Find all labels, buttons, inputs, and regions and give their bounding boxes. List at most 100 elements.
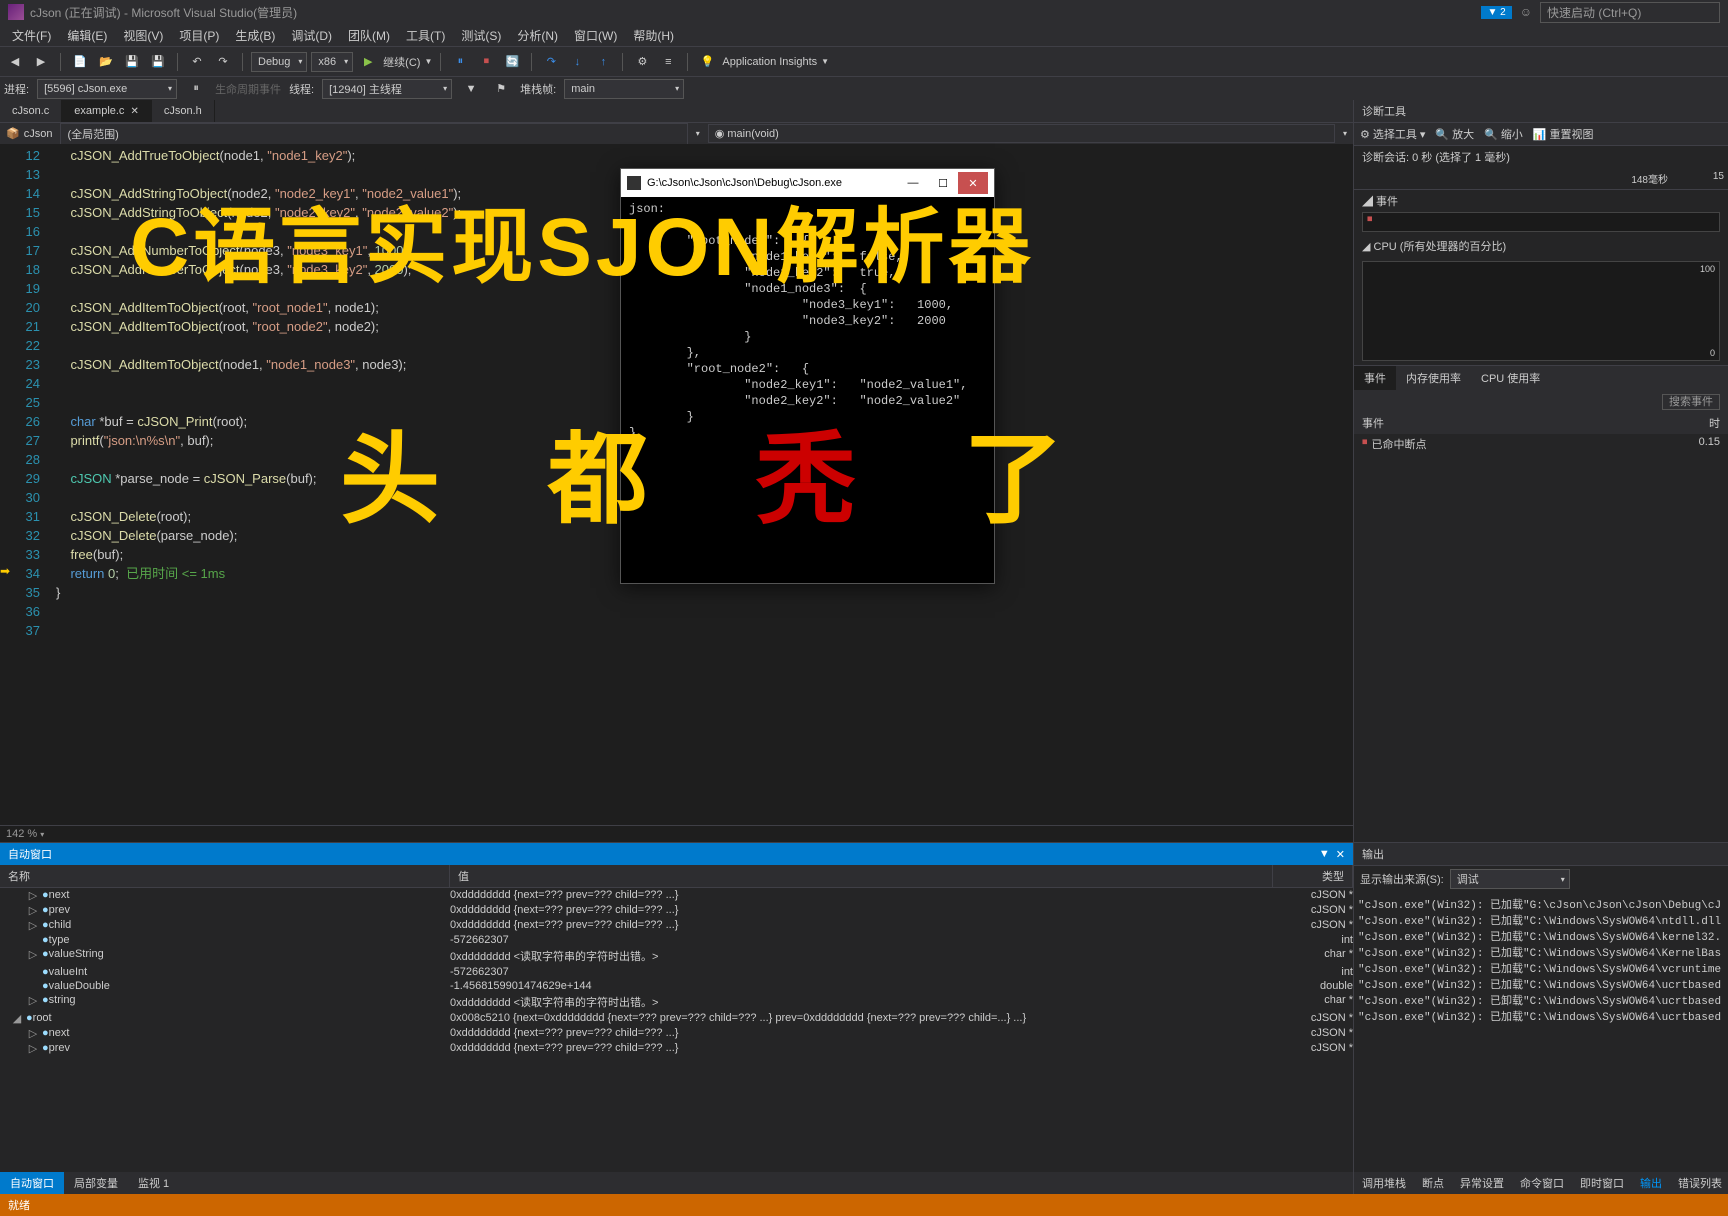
pause-icon[interactable]: ⏸ — [449, 51, 471, 73]
autos-row[interactable]: ▷● next0xdddddddd {next=??? prev=??? chi… — [0, 1026, 1353, 1041]
nav-fwd-icon[interactable]: ▶ — [30, 51, 52, 73]
autos-row[interactable]: ● type-572662307int — [0, 933, 1353, 947]
filter-icon[interactable]: ▼ — [460, 78, 482, 100]
continue-label[interactable]: 继续(C) — [383, 54, 420, 70]
lifecycle-icon[interactable]: ⏸ — [185, 78, 207, 100]
save-all-icon[interactable]: 💾 — [147, 51, 169, 73]
tool-icon[interactable]: ⚙ — [631, 51, 653, 73]
platform-combo[interactable]: x86 — [311, 52, 353, 72]
output-tab[interactable]: 输出 — [1632, 1172, 1670, 1194]
step-out-icon[interactable]: ↑ — [592, 51, 614, 73]
autos-row[interactable]: ▷● string0xdddddddd <读取字符串的字符时出错。>char * — [0, 993, 1353, 1011]
autos-grid-header: 名称 值 类型 — [0, 865, 1353, 888]
line-gutter: 1213141516171819202122232425262728293031… — [0, 144, 56, 825]
select-tools-button[interactable]: ⚙ 选择工具 ▾ — [1360, 126, 1425, 142]
event-row[interactable]: ⏹ 已命中断点 0.15 — [1354, 434, 1728, 454]
diag-timeline-ruler[interactable]: 148毫秒 15 — [1354, 168, 1728, 190]
zoom-level[interactable]: 142 % ▾ — [0, 825, 1353, 842]
close-button[interactable]: ✕ — [958, 172, 988, 194]
continue-button[interactable]: ▶ — [357, 51, 379, 73]
global-scope-combo[interactable]: (全局范围) — [60, 123, 687, 145]
diag-title: 诊断工具 — [1354, 100, 1728, 123]
statusbar: 就绪 — [0, 1194, 1728, 1216]
console-output[interactable]: json: { "root_node1": { "node1_key1": fa… — [621, 197, 994, 445]
open-file-icon[interactable]: 📂 — [95, 51, 117, 73]
process-combo[interactable]: [5596] cJson.exe — [37, 79, 177, 99]
document-tab[interactable]: cJson.h — [152, 100, 215, 122]
menu-item[interactable]: 团队(M) — [340, 24, 398, 47]
app-insights-label[interactable]: Application Insights — [722, 56, 817, 68]
close-icon[interactable]: ✕ — [1336, 848, 1345, 861]
menu-item[interactable]: 调试(D) — [283, 24, 340, 47]
restart-icon[interactable]: 🔄 — [501, 51, 523, 73]
menu-item[interactable]: 项目(P) — [171, 24, 227, 47]
console-titlebar[interactable]: G:\cJson\cJson\cJson\Debug\cJson.exe — ☐… — [621, 169, 994, 197]
menu-item[interactable]: 测试(S) — [453, 24, 509, 47]
document-tab[interactable]: example.c✕ — [62, 100, 152, 122]
output-tab[interactable]: 即时窗口 — [1572, 1172, 1632, 1194]
tool-icon2[interactable]: ≡ — [657, 51, 679, 73]
flag-icon[interactable]: ⚑ — [490, 78, 512, 100]
autos-row[interactable]: ▷● prev0xdddddddd {next=??? prev=??? chi… — [0, 903, 1353, 918]
save-icon[interactable]: 💾 — [121, 51, 143, 73]
minimize-button[interactable]: — — [898, 172, 928, 194]
output-tab[interactable]: 调用堆栈 — [1354, 1172, 1414, 1194]
diag-tab[interactable]: 内存使用率 — [1396, 366, 1471, 390]
search-events[interactable]: 搜索事件 — [1354, 390, 1728, 412]
autos-row[interactable]: ▷● prev0xdddddddd {next=??? prev=??? chi… — [0, 1041, 1353, 1056]
autos-tab[interactable]: 自动窗口 — [0, 1172, 64, 1194]
autos-row[interactable]: ▷● next0xdddddddd {next=??? prev=??? chi… — [0, 888, 1353, 903]
document-tab[interactable]: cJson.c — [0, 100, 62, 122]
menu-item[interactable]: 编辑(E) — [59, 24, 115, 47]
thread-combo[interactable]: [12940] 主线程 — [322, 79, 452, 99]
scope-combo[interactable]: 📦 cJson — [6, 127, 52, 140]
function-combo[interactable]: ◉ main(void) — [708, 124, 1335, 143]
zoom-in-button[interactable]: 🔍 放大 — [1435, 126, 1474, 142]
console-window[interactable]: G:\cJson\cJson\cJson\Debug\cJson.exe — ☐… — [620, 168, 995, 584]
autos-row[interactable]: ▷● valueString0xdddddddd <读取字符串的字符时出错。>c… — [0, 947, 1353, 965]
events-section-header[interactable]: ◢ 事件 — [1354, 190, 1728, 212]
lightbulb-icon[interactable]: 💡 — [696, 51, 718, 73]
output-tab[interactable]: 断点 — [1414, 1172, 1452, 1194]
autos-row[interactable]: ◢● root0x008c5210 {next=0xdddddddd {next… — [0, 1011, 1353, 1026]
output-source-combo[interactable]: 调试 — [1450, 869, 1570, 889]
stackframe-combo[interactable]: main — [564, 79, 684, 99]
autos-row[interactable]: ▷● child0xdddddddd {next=??? prev=??? ch… — [0, 918, 1353, 933]
output-tab[interactable]: 命令窗口 — [1512, 1172, 1572, 1194]
autos-row[interactable]: ● valueDouble-1.4568159901474629e+144dou… — [0, 979, 1353, 993]
output-tab[interactable]: 异常设置 — [1452, 1172, 1512, 1194]
reset-view-button[interactable]: 📊 重置视图 — [1533, 126, 1594, 142]
menu-item[interactable]: 生成(B) — [227, 24, 283, 47]
menu-item[interactable]: 工具(T) — [398, 24, 453, 47]
autos-tab[interactable]: 局部变量 — [64, 1172, 128, 1194]
cpu-section-header[interactable]: ◢ CPU (所有处理器的百分比) — [1354, 232, 1728, 257]
menu-item[interactable]: 文件(F) — [4, 24, 59, 47]
thread-label: 线程: — [289, 81, 314, 97]
menu-item[interactable]: 分析(N) — [509, 24, 566, 47]
maximize-button[interactable]: ☐ — [928, 172, 958, 194]
output-title: 输出 — [1354, 843, 1728, 866]
step-over-icon[interactable]: ↷ — [540, 51, 562, 73]
diag-bottom-tabs: 事件内存使用率CPU 使用率 — [1354, 365, 1728, 390]
feedback-icon[interactable]: ☺ — [1520, 5, 1532, 19]
step-into-icon[interactable]: ↓ — [566, 51, 588, 73]
pin-icon[interactable]: ▼ — [1319, 848, 1330, 861]
nav-back-icon[interactable]: ◀ — [4, 51, 26, 73]
diag-tab[interactable]: 事件 — [1354, 366, 1396, 390]
quick-launch[interactable]: 快速启动 (Ctrl+Q) — [1540, 2, 1720, 23]
undo-icon[interactable]: ↶ — [186, 51, 208, 73]
zoom-out-button[interactable]: 🔍 缩小 — [1484, 126, 1523, 142]
autos-tab[interactable]: 监视 1 — [128, 1172, 179, 1194]
notification-badge[interactable]: ▼ 2 — [1481, 6, 1511, 19]
menu-item[interactable]: 窗口(W) — [566, 24, 625, 47]
config-combo[interactable]: Debug — [251, 52, 307, 72]
autos-row[interactable]: ● valueInt-572662307int — [0, 965, 1353, 979]
output-body[interactable]: "cJson.exe"(Win32): 已加载"G:\cJson\cJson\c… — [1354, 892, 1728, 1172]
menu-item[interactable]: 帮助(H) — [625, 24, 682, 47]
stop-icon[interactable]: ⏹ — [475, 51, 497, 73]
diag-tab[interactable]: CPU 使用率 — [1471, 366, 1550, 390]
redo-icon[interactable]: ↷ — [212, 51, 234, 73]
menu-item[interactable]: 视图(V) — [115, 24, 171, 47]
new-file-icon[interactable]: 📄 — [69, 51, 91, 73]
output-tab[interactable]: 错误列表 — [1670, 1172, 1728, 1194]
